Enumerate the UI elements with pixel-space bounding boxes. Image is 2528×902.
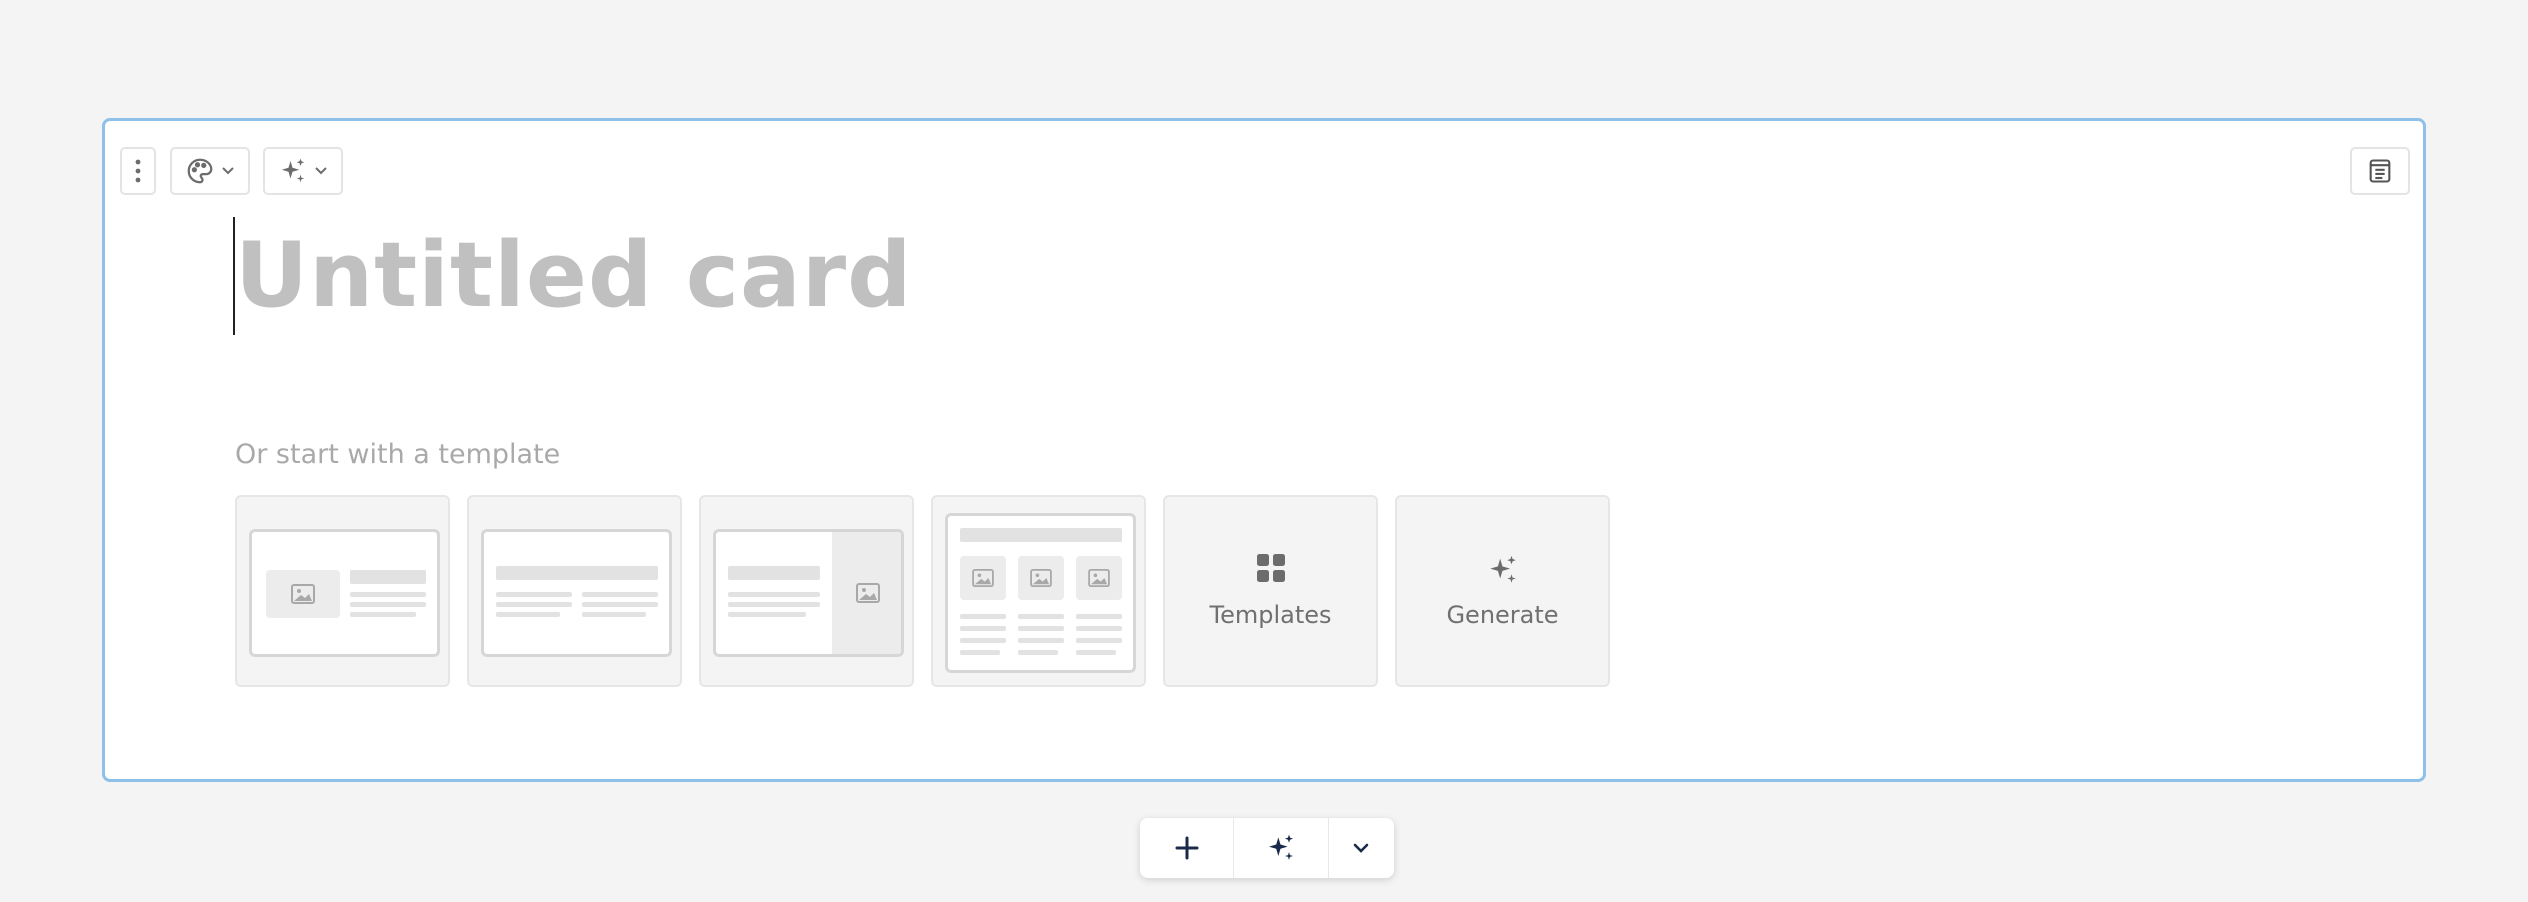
image-placeholder-icon <box>960 556 1006 600</box>
template-prompt: Or start with a template <box>235 439 561 470</box>
text-line <box>582 612 646 617</box>
sparkles-icon <box>281 158 305 183</box>
text-line <box>1076 638 1122 643</box>
layout-preview <box>713 529 904 657</box>
chevron-down-icon <box>315 167 327 175</box>
plus-icon <box>1175 836 1199 860</box>
text-line <box>1076 650 1116 655</box>
text-line <box>728 602 820 607</box>
sparkles-icon <box>1268 834 1293 860</box>
more-vertical-icon <box>135 159 141 183</box>
text-line <box>582 592 658 597</box>
text-line <box>1076 626 1122 631</box>
generate-tile[interactable]: Generate <box>1395 495 1610 687</box>
card-style-button[interactable] <box>170 147 250 195</box>
text-line <box>960 626 1006 631</box>
text-line <box>960 650 1000 655</box>
text-line <box>1018 638 1064 643</box>
card-editor: Untitled card Or start with a template T… <box>102 118 2426 782</box>
image-placeholder-icon <box>1018 556 1064 600</box>
layout-preview <box>945 513 1136 673</box>
text-line <box>496 612 560 617</box>
text-line <box>960 638 1006 643</box>
text-line <box>1018 614 1064 619</box>
layout-preview <box>249 529 440 657</box>
text-line <box>1018 650 1058 655</box>
template-three-images-layout[interactable] <box>931 495 1146 687</box>
heading-line <box>960 528 1122 542</box>
layout-preview <box>481 529 672 657</box>
chevron-down-icon <box>1353 843 1369 853</box>
notes-icon <box>2369 159 2391 183</box>
text-line <box>728 592 820 597</box>
heading-line <box>350 570 426 584</box>
heading-line <box>496 566 658 580</box>
text-line <box>350 592 426 597</box>
ai-add-card-button[interactable] <box>1233 818 1327 878</box>
grid-icon <box>1165 553 1376 583</box>
add-card-options-button[interactable] <box>1327 818 1394 878</box>
text-line <box>960 614 1006 619</box>
text-line <box>728 612 806 617</box>
chevron-down-icon <box>222 167 234 175</box>
text-line <box>350 612 416 617</box>
palette-icon <box>187 158 213 184</box>
templates-label: Templates <box>1209 601 1332 629</box>
template-two-column-layout[interactable] <box>467 495 682 687</box>
text-line <box>350 602 426 607</box>
text-line <box>496 592 572 597</box>
text-line <box>1076 614 1122 619</box>
sparkles-icon <box>1397 553 1608 587</box>
template-image-left-layout[interactable] <box>235 495 450 687</box>
text-line <box>582 602 658 607</box>
add-card-button[interactable] <box>1140 818 1233 878</box>
more-options-button[interactable] <box>120 147 156 195</box>
image-placeholder-icon <box>832 532 901 654</box>
text-line <box>1018 626 1064 631</box>
heading-line <box>728 566 820 580</box>
card-notes-button[interactable] <box>2350 147 2410 195</box>
card-title-field[interactable]: Untitled card <box>233 217 913 335</box>
card-title-placeholder: Untitled card <box>235 223 913 328</box>
add-card-toolbar <box>1140 818 1394 878</box>
template-image-right-layout[interactable] <box>699 495 914 687</box>
template-tiles: Templates Generate <box>235 495 1610 687</box>
templates-tile[interactable]: Templates <box>1163 495 1378 687</box>
image-placeholder-icon <box>1076 556 1122 600</box>
text-line <box>496 602 572 607</box>
generate-label: Generate <box>1446 601 1559 629</box>
image-placeholder-icon <box>266 570 340 618</box>
ai-edit-button[interactable] <box>263 147 343 195</box>
